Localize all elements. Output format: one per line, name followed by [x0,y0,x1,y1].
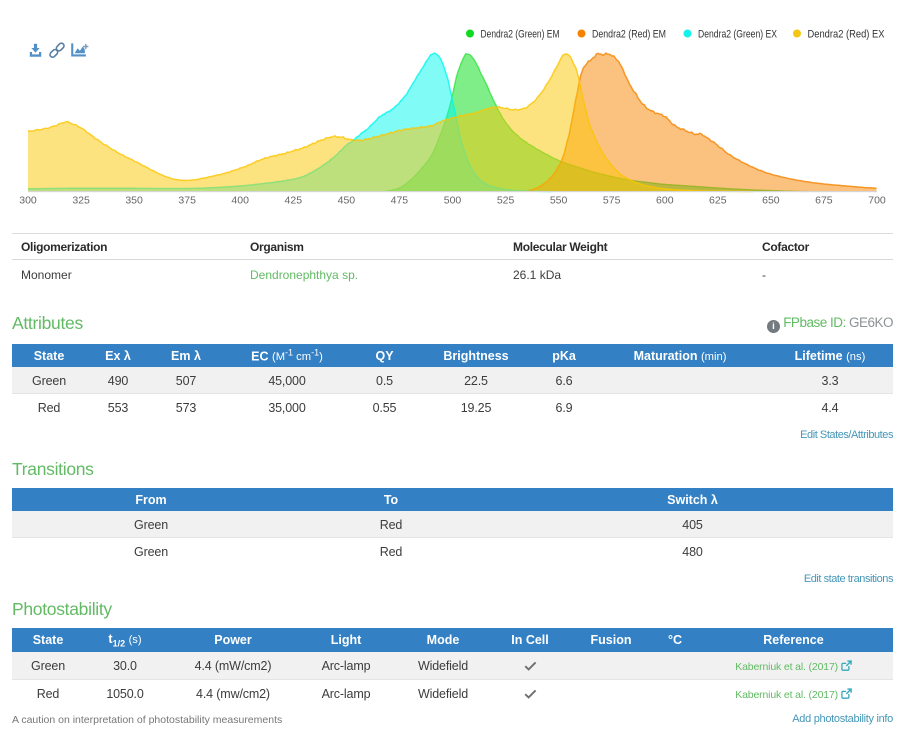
svg-text:600: 600 [656,195,674,207]
svg-text:Dendra2 (Green) EX: Dendra2 (Green) EX [698,28,778,40]
svg-text:425: 425 [285,195,303,207]
svg-text:450: 450 [338,195,356,207]
svg-text:475: 475 [391,195,409,207]
svg-text:675: 675 [815,195,833,207]
svg-text:700: 700 [868,195,886,207]
svg-text:375: 375 [178,195,196,207]
svg-text:625: 625 [709,195,727,207]
svg-text:350: 350 [125,195,143,207]
svg-text:400: 400 [231,195,249,207]
svg-text:300: 300 [19,195,37,207]
svg-text:575: 575 [603,195,621,207]
svg-text:500: 500 [444,195,462,207]
svg-text:Dendra2 (Red) EM: Dendra2 (Red) EM [592,28,666,40]
svg-text:525: 525 [497,195,515,207]
svg-text:Dendra2 (Red) EX: Dendra2 (Red) EX [808,28,886,40]
svg-text:650: 650 [762,195,780,207]
svg-text:325: 325 [72,195,90,207]
svg-text:Dendra2 (Green) EM: Dendra2 (Green) EM [481,28,560,40]
svg-text:550: 550 [550,195,568,207]
